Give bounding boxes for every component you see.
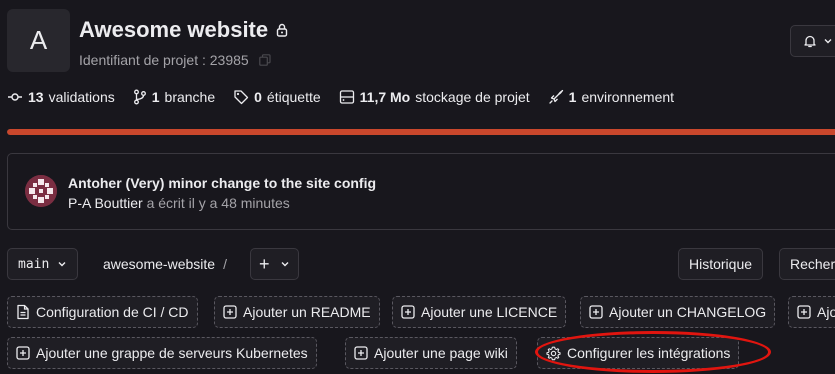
branches-count: 1: [151, 89, 160, 105]
commit-meta: P-A Bouttier a écrit il y a 48 minutes: [68, 195, 290, 211]
branch-icon: [133, 89, 146, 105]
add-readme-label: Ajouter un README: [243, 304, 371, 320]
ci-cd-config-button[interactable]: Configuration de CI / CD: [7, 296, 198, 328]
tags-count: 0: [254, 89, 262, 105]
add-wiki-page-label: Ajouter une page wiki: [374, 345, 508, 361]
stat-tags[interactable]: 0 étiquette: [233, 89, 321, 105]
commit-icon: [8, 93, 22, 101]
copy-icon[interactable]: [258, 54, 271, 66]
add-licence-label: Ajouter une LICENCE: [421, 304, 558, 320]
gear-icon: [546, 346, 561, 360]
add-readme-button[interactable]: Ajouter un README: [214, 296, 380, 328]
add-contributing-label: Ajouter CONTRIBUTING: [817, 304, 835, 320]
breadcrumb-separator: /: [223, 256, 227, 272]
storage-label: stockage de projet: [415, 89, 530, 105]
add-changelog-label: Ajouter un CHANGELOG: [609, 304, 767, 320]
add-licence-button[interactable]: Ajouter une LICENCE: [392, 296, 567, 328]
branches-label: branche: [164, 89, 216, 105]
project-avatar-letter: A: [29, 25, 48, 55]
language-bar-fill: [7, 129, 835, 135]
lock-icon: [276, 23, 288, 37]
add-contributing-button[interactable]: Ajouter CONTRIBUTING: [788, 296, 835, 328]
plus-square-icon: [797, 305, 811, 319]
add-changelog-button[interactable]: Ajouter un CHANGELOG: [580, 296, 776, 328]
history-button[interactable]: Historique: [678, 248, 764, 280]
commits-count: 13: [28, 89, 44, 105]
project-id: Identifiant de projet : 23985: [79, 52, 271, 68]
add-file-dropdown[interactable]: +: [250, 248, 299, 280]
plus-square-icon: [354, 346, 368, 360]
project-overview-page: A Awesome website Identifiant de projet …: [0, 0, 835, 374]
commit-author[interactable]: P-A Bouttier: [68, 195, 143, 211]
stat-environments[interactable]: 1 environnement: [548, 89, 674, 105]
breadcrumb: awesome-website /: [103, 256, 227, 272]
ci-cd-config-label: Configuration de CI / CD: [36, 304, 189, 320]
configure-integrations-button[interactable]: Configurer les intégrations: [537, 337, 740, 369]
stat-commits[interactable]: 13 validations: [7, 89, 115, 105]
plus-square-icon: [589, 305, 603, 319]
project-id-text: Identifiant de projet : 23985: [79, 52, 249, 68]
add-kubernetes-cluster-label: Ajouter une grappe de serveurs Kubernete…: [36, 345, 308, 361]
identicon-icon: [25, 175, 57, 207]
language-bar[interactable]: [7, 129, 835, 135]
project-stats: 13 validations 1 branche 0 étiquette 11,…: [7, 89, 674, 105]
stat-storage[interactable]: 11,7 Mo stockage de projet: [339, 89, 530, 105]
find-file-label: Rechercher: [790, 256, 835, 272]
chevron-down-icon: [58, 262, 66, 267]
commits-label: validations: [48, 89, 115, 105]
storage-size: 11,7 Mo: [359, 89, 411, 105]
bell-icon: [804, 35, 816, 48]
environments-label: environnement: [581, 89, 675, 105]
storage-icon: [339, 90, 354, 104]
chevron-down-icon: [824, 39, 832, 44]
project-avatar: A: [7, 9, 70, 72]
find-file-button[interactable]: Rechercher: [779, 248, 835, 280]
configure-integrations-label: Configurer les intégrations: [567, 345, 731, 361]
project-title: Awesome website: [79, 17, 288, 43]
tag-icon: [234, 90, 249, 105]
breadcrumb-project[interactable]: awesome-website: [103, 256, 215, 272]
history-label: Historique: [689, 256, 753, 272]
project-name[interactable]: Awesome website: [79, 17, 268, 43]
add-wiki-page-button[interactable]: Ajouter une page wiki: [345, 337, 517, 369]
plus-square-icon: [401, 305, 415, 319]
document-icon: [17, 304, 29, 320]
commit-title[interactable]: Antoher (Very) minor change to the site …: [68, 175, 376, 191]
branch-name: main: [18, 256, 50, 272]
environments-count: 1: [568, 89, 577, 105]
notification-button[interactable]: [790, 25, 835, 57]
plus-square-icon: [16, 346, 30, 360]
author-avatar[interactable]: [25, 175, 57, 207]
stat-branches[interactable]: 1 branche: [133, 89, 215, 105]
plus-square-icon: [223, 305, 237, 319]
plus-icon: +: [259, 254, 270, 274]
branch-selector[interactable]: main: [7, 248, 79, 280]
chevron-down-icon: [281, 262, 289, 267]
add-kubernetes-cluster-button[interactable]: Ajouter une grappe de serveurs Kubernete…: [7, 337, 317, 369]
tags-label: étiquette: [266, 89, 321, 105]
rocket-icon: [548, 89, 563, 104]
commit-time: a écrit il y a 48 minutes: [146, 195, 290, 211]
last-commit-panel: Antoher (Very) minor change to the site …: [7, 153, 835, 230]
